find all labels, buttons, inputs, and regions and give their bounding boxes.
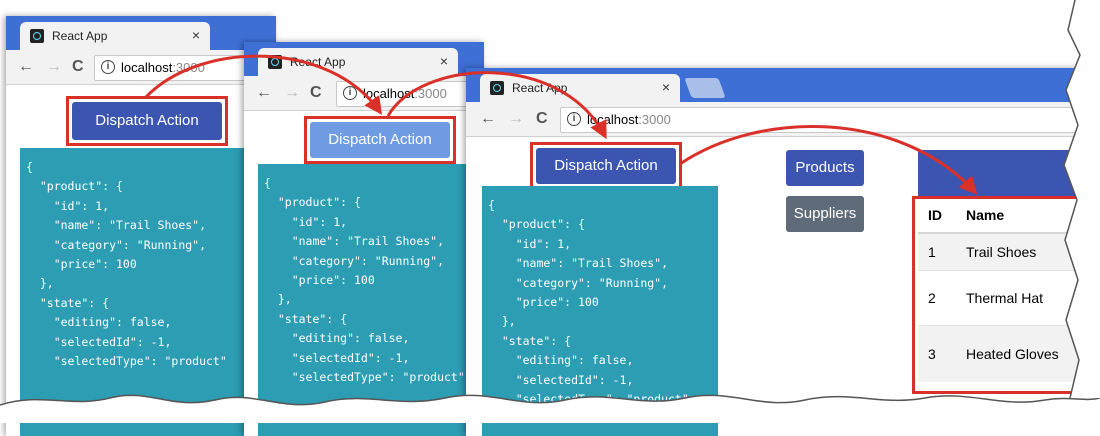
torn-edge-overlay <box>0 0 1100 423</box>
